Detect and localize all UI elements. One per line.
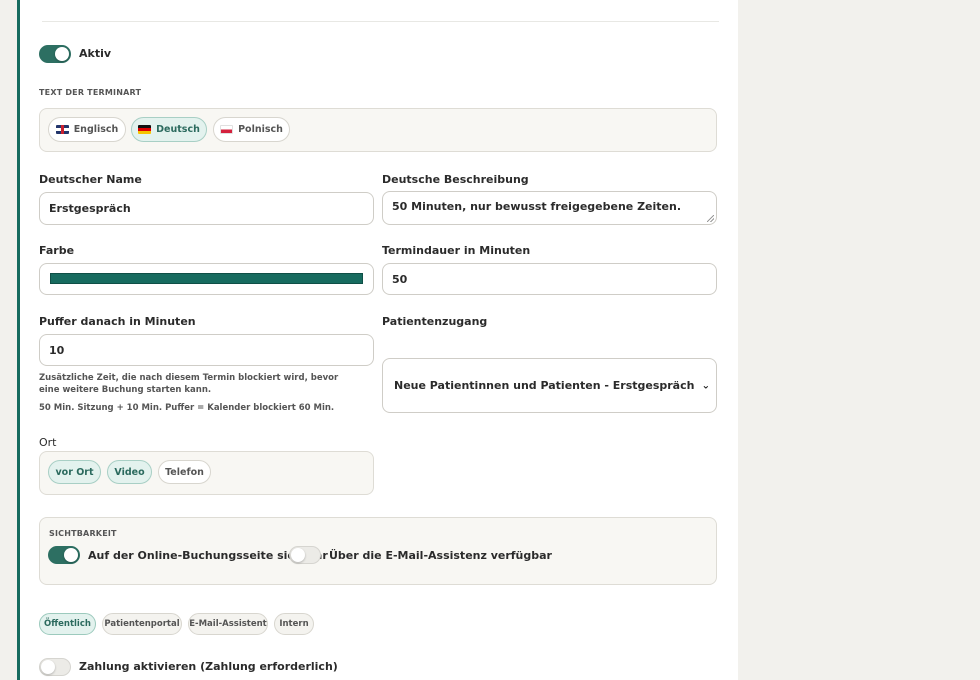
language-tab-deutsch[interactable]: Deutsch xyxy=(131,117,207,142)
resize-handle-icon[interactable] xyxy=(707,215,714,222)
name-input[interactable]: Erstgespräch xyxy=(39,192,374,225)
payment-toggle-label: Zahlung aktivieren (Zahlung erforderlich… xyxy=(79,660,338,673)
de-flag-icon xyxy=(138,125,152,134)
buffer-summary: 50 Min. Sitzung + 10 Min. Puffer = Kalen… xyxy=(39,403,335,413)
buffer-input[interactable]: 10 xyxy=(39,334,374,366)
payment-toggle[interactable] xyxy=(39,658,71,676)
location-option-telefon[interactable]: Telefon xyxy=(158,460,211,484)
gb-flag-icon xyxy=(55,125,69,134)
location-label: Ort xyxy=(39,436,57,449)
name-label: Deutscher Name xyxy=(39,173,142,186)
active-toggle-label: Aktiv xyxy=(79,47,112,60)
duration-input[interactable]: 50 xyxy=(382,263,717,295)
email-assistant-label: Über die E-Mail-Assistenz verfügbar xyxy=(329,549,552,562)
duration-label: Termindauer in Minuten xyxy=(382,244,531,257)
toggle-knob xyxy=(41,660,55,674)
divider xyxy=(42,21,719,22)
toggle-knob xyxy=(64,548,78,562)
toggle-knob xyxy=(291,548,305,562)
color-picker[interactable] xyxy=(39,263,374,295)
language-tab-label: Deutsch xyxy=(156,124,200,135)
appointment-type-panel: Aktiv TEXT DER TERMINART Englisch Deutsc… xyxy=(17,0,738,680)
description-textarea[interactable]: 50 Minuten, nur bewusst freigegebene Zei… xyxy=(382,191,717,225)
language-tab-label: Polnisch xyxy=(238,124,283,135)
language-tab-label: Englisch xyxy=(73,124,119,135)
chevron-down-icon: ⌄ xyxy=(701,380,710,391)
patient-access-value: Neue Patientinnen und Patienten - Erstge… xyxy=(394,379,695,392)
patient-access-label: Patientenzugang xyxy=(382,315,488,328)
pl-flag-icon xyxy=(220,125,234,134)
color-swatch xyxy=(50,273,363,284)
description-text: 50 Minuten, nur bewusst freigegebene Zei… xyxy=(392,200,682,213)
text-section-heading: TEXT DER TERMINART xyxy=(39,88,142,97)
visibility-heading: SICHTBARKEIT xyxy=(49,529,117,538)
buffer-label: Puffer danach in Minuten xyxy=(39,315,196,328)
patient-access-select[interactable]: Neue Patientinnen und Patienten - Erstge… xyxy=(382,358,717,413)
location-option-video[interactable]: Video xyxy=(107,460,152,484)
tag-email-assistent[interactable]: E-Mail-Assistent xyxy=(188,613,268,635)
toggle-knob xyxy=(55,47,69,61)
language-tab-englisch[interactable]: Englisch xyxy=(48,117,126,142)
email-assistant-toggle[interactable] xyxy=(289,546,321,564)
color-label: Farbe xyxy=(39,244,75,257)
language-tab-polnisch[interactable]: Polnisch xyxy=(213,117,290,142)
buffer-hint: Zusätzliche Zeit, die nach diesem Termin… xyxy=(39,373,339,395)
tag-patientenportal[interactable]: Patientenportal xyxy=(102,613,182,635)
tag-oeffentlich[interactable]: Öffentlich xyxy=(39,613,96,635)
active-toggle[interactable] xyxy=(39,45,71,63)
online-booking-toggle[interactable] xyxy=(48,546,80,564)
description-label: Deutsche Beschreibung xyxy=(382,173,529,186)
location-option-vor-ort[interactable]: vor Ort xyxy=(48,460,101,484)
tag-intern[interactable]: Intern xyxy=(274,613,314,635)
